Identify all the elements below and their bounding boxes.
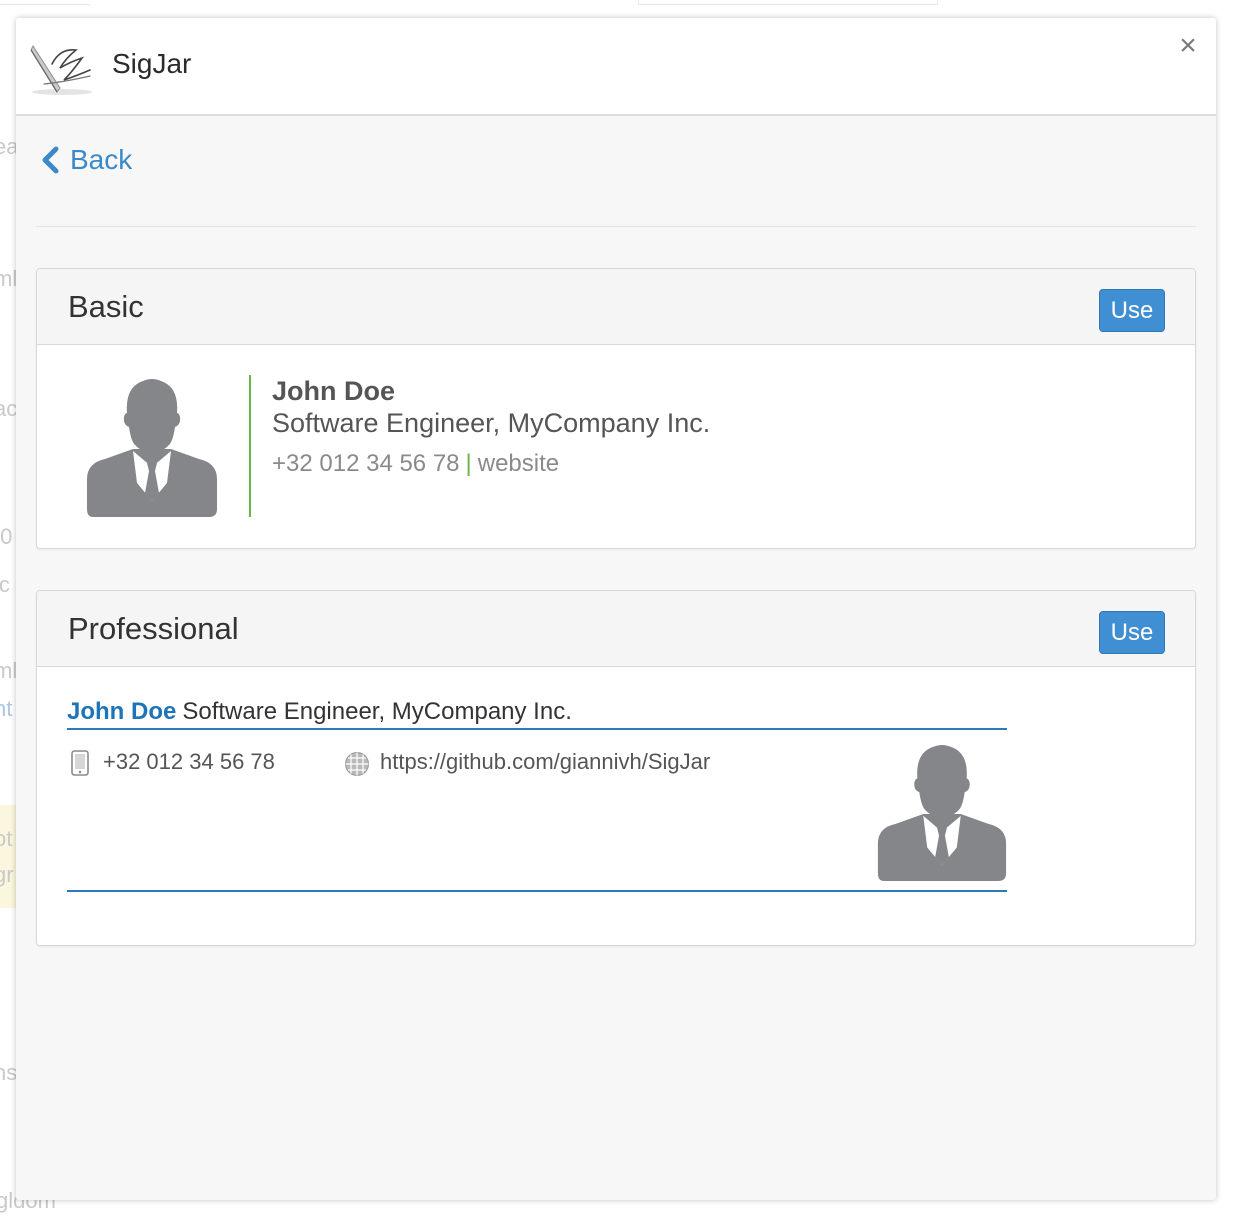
background-text: .0 — [0, 524, 13, 549]
dialog-header: SigJar × — [16, 18, 1216, 116]
template-panel-basic: Basic Use John Doe Software Engineer, My… — [36, 268, 1196, 549]
background-text: ml — [0, 658, 18, 683]
panel-title: Professional — [68, 611, 239, 646]
background-edge — [638, 0, 938, 5]
signature-name-link[interactable]: John Doe — [67, 698, 176, 725]
background-link: nt — [0, 696, 13, 721]
website-link[interactable]: website — [478, 450, 559, 477]
person-silhouette-icon — [877, 744, 1007, 881]
background-text: ac — [0, 396, 18, 421]
panel-header: Professional Use — [37, 591, 1195, 667]
divider — [36, 226, 1196, 227]
close-button[interactable]: × — [1176, 30, 1200, 62]
background-note — [0, 805, 16, 908]
panel-header: Basic Use — [37, 269, 1195, 345]
separator: | — [465, 450, 472, 477]
signature-name: John Doe — [272, 376, 396, 406]
signature-rule — [67, 890, 1007, 892]
signature-phone: +32 012 34 56 78 — [272, 450, 460, 477]
panel-title: Basic — [68, 289, 144, 324]
background-text: gr — [0, 862, 14, 887]
accent-bar — [249, 375, 251, 517]
use-professional-button[interactable]: Use — [1099, 611, 1165, 654]
signature-phone: +32 012 34 56 78 — [103, 749, 275, 774]
signature-rule — [67, 728, 1007, 730]
background-edge — [0, 0, 90, 5]
close-icon: × — [1179, 29, 1197, 62]
app-title: SigJar — [112, 48, 192, 79]
signature-contact: +32 012 34 56 78 | website — [272, 450, 559, 478]
background-text: ic — [0, 572, 10, 597]
background-text: ot — [0, 826, 13, 851]
back-link[interactable]: Back — [40, 142, 132, 178]
chevron-left-icon — [42, 146, 59, 174]
template-panel-professional: Professional Use John Doe Software Engine… — [36, 590, 1196, 946]
back-label: Back — [70, 144, 133, 175]
sigjar-dialog: SigJar × Back Basic Use John Doe Softwar… — [16, 18, 1216, 1200]
signature-heading: John Doe Software Engineer, MyCompany Inc… — [67, 698, 572, 726]
use-basic-button[interactable]: Use — [1099, 289, 1165, 332]
signature-title: Software Engineer, MyCompany Inc. — [272, 408, 711, 438]
person-silhouette-icon — [87, 379, 217, 517]
background-text: ns — [0, 1060, 18, 1085]
mobile-phone-icon — [71, 750, 89, 776]
globe-icon — [345, 752, 369, 776]
signature-title: Software Engineer, MyCompany Inc. — [182, 698, 572, 725]
background-text: ml — [0, 266, 18, 291]
signature-url-link[interactable]: https://github.com/giannivh/SigJar — [380, 749, 710, 775]
signature-pen-logo — [30, 44, 92, 95]
